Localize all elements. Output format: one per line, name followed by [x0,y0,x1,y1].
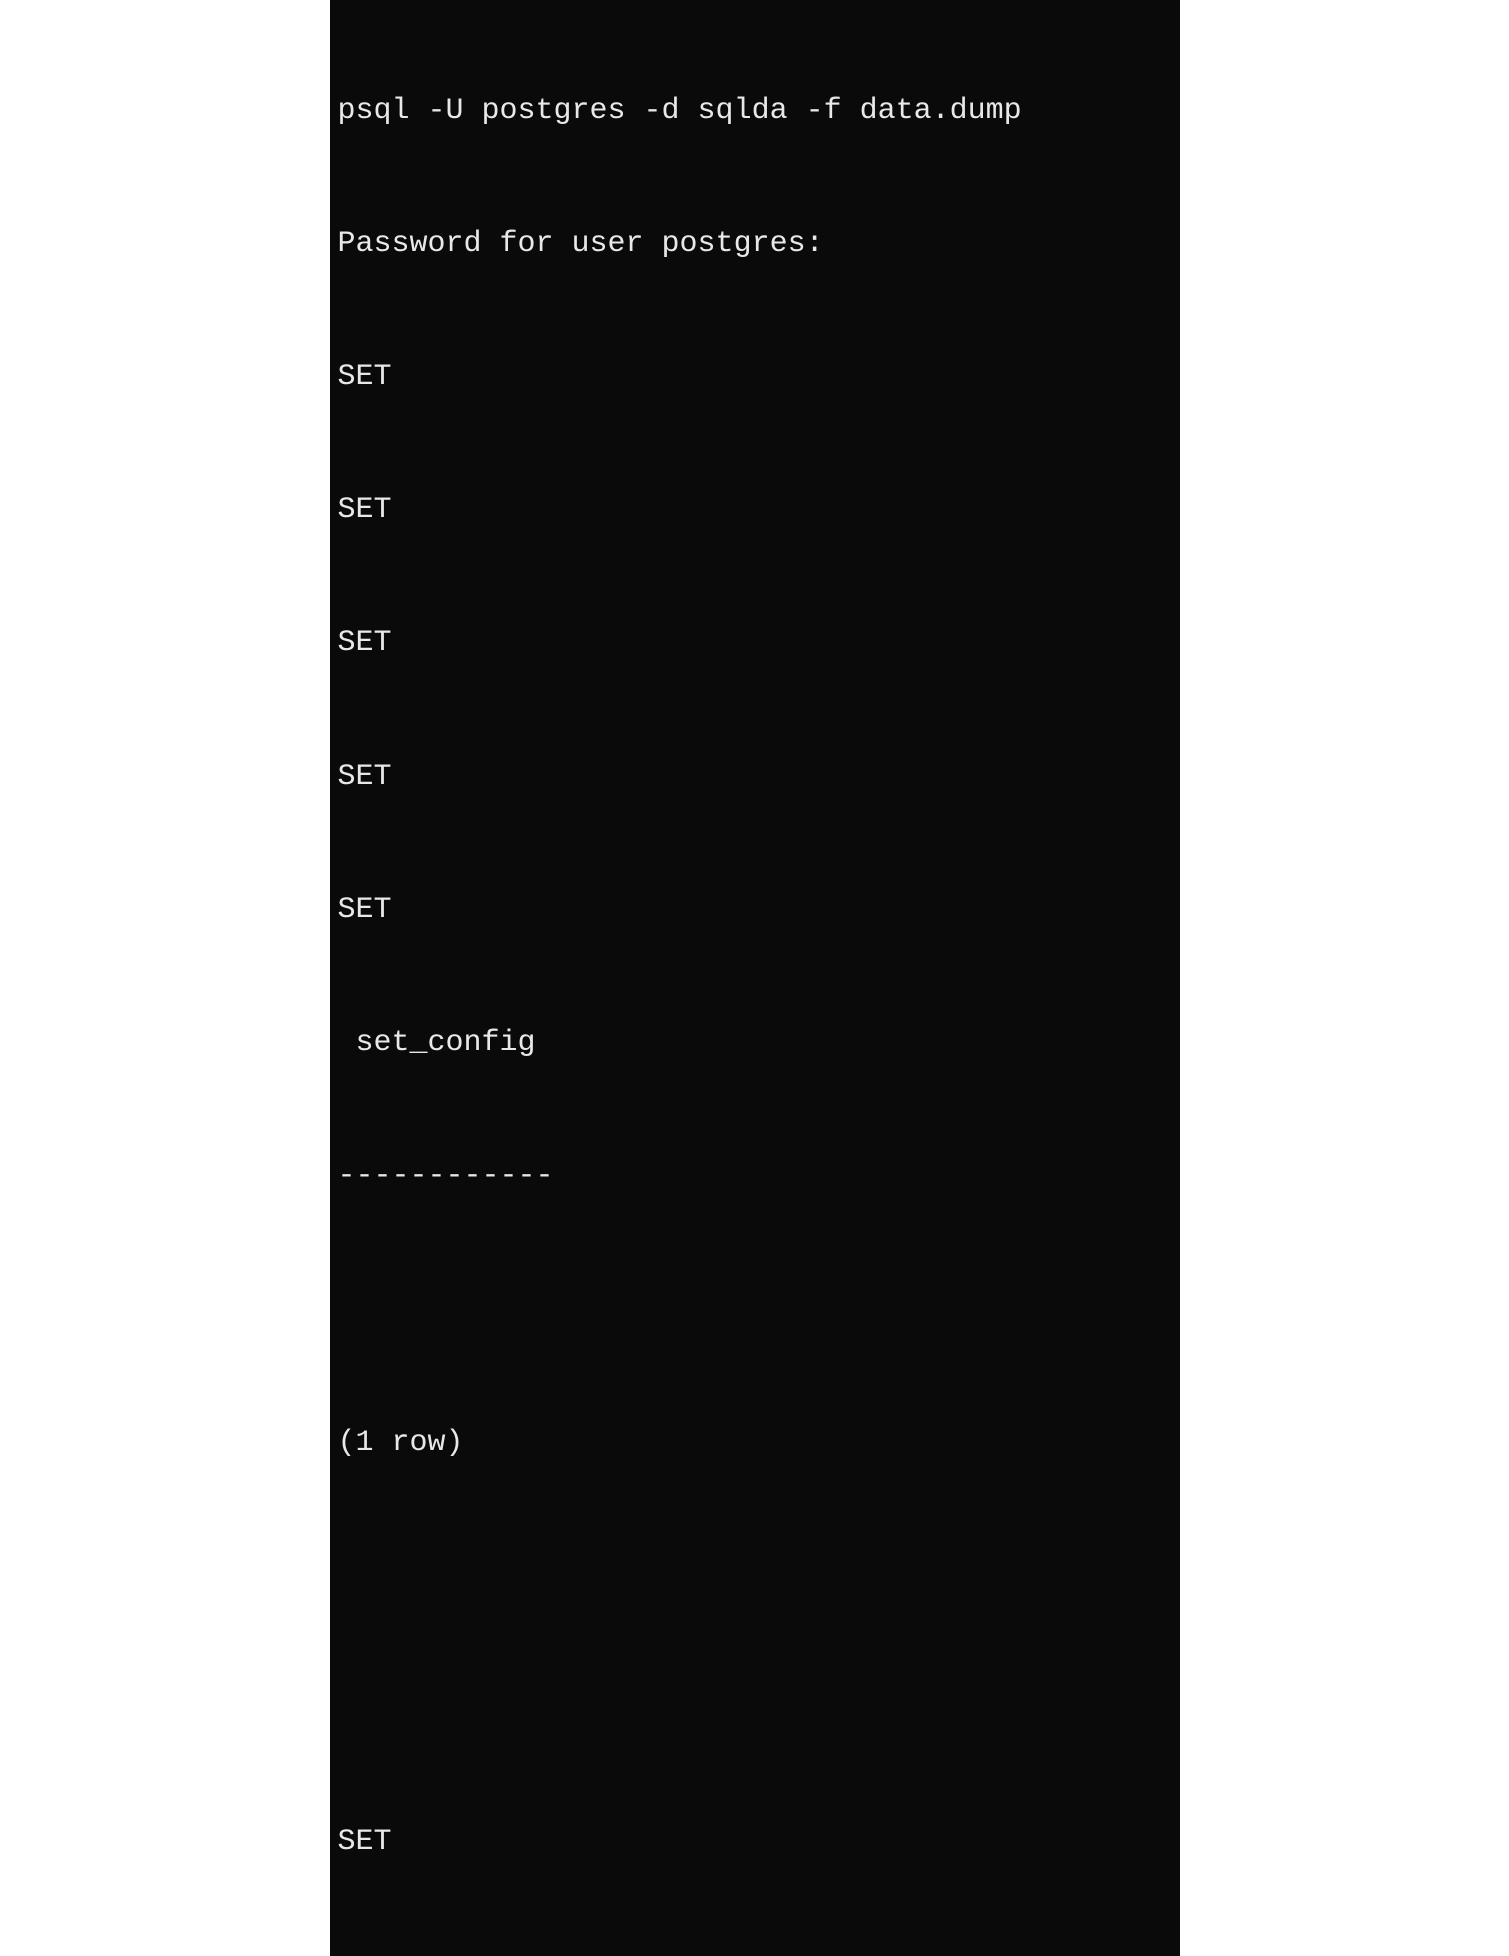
terminal-line-output [338,1554,1172,1598]
terminal-window[interactable]: psql -U postgres -d sqlda -f data.dump P… [330,0,1180,1956]
terminal-line-output: SET [338,488,1172,532]
terminal-line-output: SET [338,1953,1172,1956]
terminal-line-output: ------------ [338,1154,1172,1198]
terminal-line-output [338,1687,1172,1731]
terminal-line-output: set_config [338,1021,1172,1065]
terminal-line-output: SET [338,755,1172,799]
terminal-line-output [338,1287,1172,1331]
terminal-line-output: SET [338,621,1172,665]
terminal-line-command: psql -U postgres -d sqlda -f data.dump [338,89,1172,133]
terminal-line-output: (1 row) [338,1421,1172,1465]
terminal-line-output: SET [338,355,1172,399]
terminal-line-output: SET [338,888,1172,932]
terminal-line-password-prompt: Password for user postgres: [338,222,1172,266]
terminal-line-output: SET [338,1820,1172,1864]
